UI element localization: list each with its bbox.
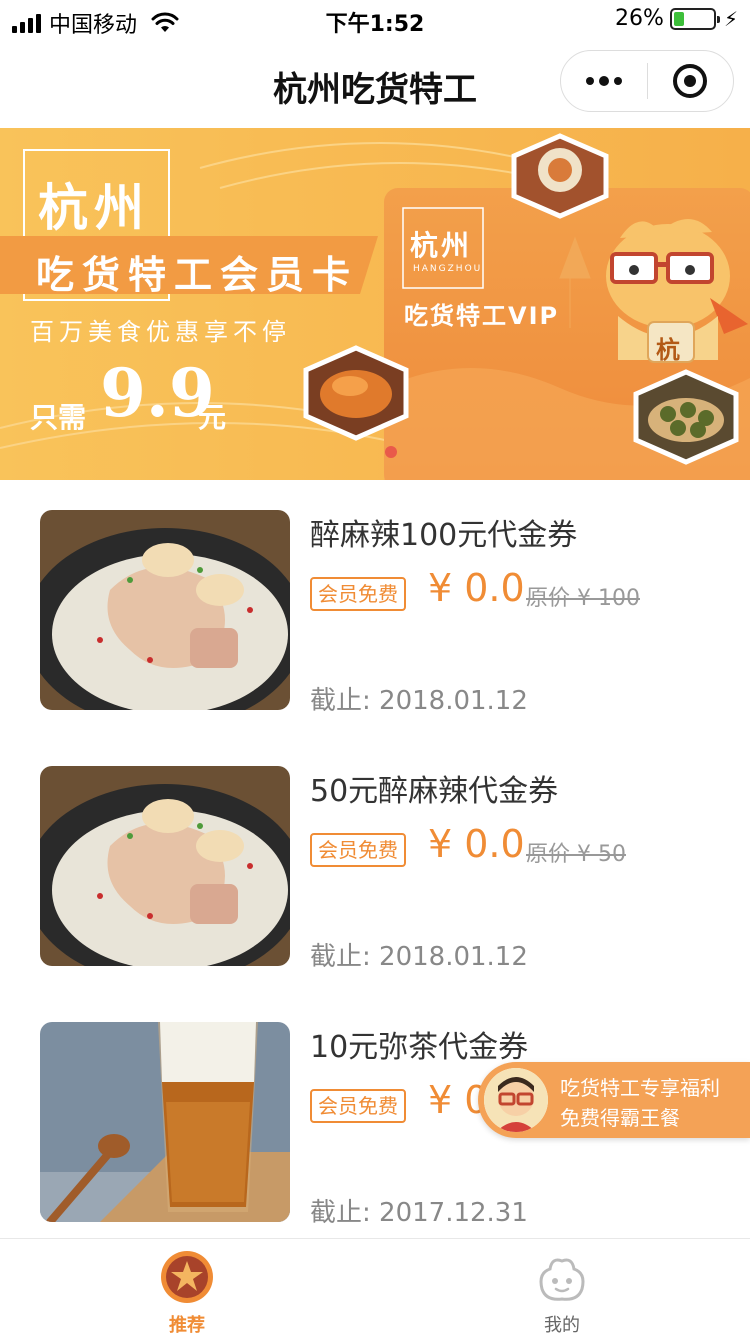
coupon-image-pork-soup <box>40 766 290 966</box>
coupon-image-milk-tea <box>40 1022 290 1222</box>
coupon-image-pork-soup <box>40 510 290 710</box>
charging-icon: ⚡ <box>723 6 738 31</box>
member-free-badge: 会员免费 <box>310 1089 406 1123</box>
banner-carousel[interactable]: 杭州 吃货特工会员卡 百万美食优惠享不停 只需 9.9 元 杭州 HANGZHO… <box>0 128 750 480</box>
coupon-item[interactable]: 50元醉麻辣代金券 会员免费 ¥ 0.0 原价 ¥ 50 截止: 2018.01… <box>0 736 750 992</box>
coupon-item[interactable]: 醉麻辣100元代金券 会员免费 ¥ 0.0 原价 ¥ 100 截止: 2018.… <box>0 480 750 736</box>
nav-bar: 杭州吃货特工 <box>0 40 750 128</box>
coupon-original-price: 原价 ¥ 100 <box>526 586 640 611</box>
mini-program-capsule <box>560 50 734 112</box>
vip-card-label: 吃货特工VIP <box>404 302 560 330</box>
close-button[interactable] <box>648 51 734 111</box>
coupon-original-price: 原价 ¥ 50 <box>526 842 626 867</box>
tab-recommend[interactable]: 推荐 <box>127 1239 247 1334</box>
coupon-deadline: 截止: 2018.01.12 <box>310 686 528 716</box>
banner-subtitle: 百万美食优惠享不停 <box>30 318 291 346</box>
mascot-avatar <box>484 1068 548 1132</box>
vip-card-city-en: HANGZHOU <box>413 264 483 274</box>
mascot-cup-text: 杭 <box>656 336 680 364</box>
battery-icon <box>669 7 720 30</box>
promo-line-1: 吃货特工专享福利 <box>560 1076 720 1100</box>
profile-icon <box>539 1258 585 1301</box>
more-button[interactable] <box>561 51 647 111</box>
tab-mine[interactable]: 我的 <box>502 1239 622 1334</box>
coupon-price: ¥ 0.0 <box>428 822 525 866</box>
banner-price-prefix: 只需 <box>30 401 87 434</box>
banner-city: 杭州 <box>38 178 150 237</box>
promo-line-2: 免费得霸王餐 <box>560 1106 680 1130</box>
battery-percent: 26% <box>615 6 664 31</box>
coupon-price: ¥ 0.0 <box>428 566 525 610</box>
status-bar: 中国移动 下午1:52 26% ⚡ <box>0 0 750 40</box>
coupon-title: 10元弥茶代金券 <box>310 1030 529 1065</box>
member-free-badge: 会员免费 <box>310 577 406 611</box>
close-icon <box>673 64 708 98</box>
recommend-icon <box>161 1251 213 1303</box>
coupon-deadline: 截止: 2018.01.12 <box>310 942 528 972</box>
coupon-deadline: 截止: 2017.12.31 <box>310 1198 528 1228</box>
carousel-indicator[interactable] <box>385 446 397 458</box>
vip-card-city: 杭州 <box>410 229 473 262</box>
tab-recommend-label: 推荐 <box>169 1315 205 1334</box>
status-right: 26% ⚡ <box>615 6 738 31</box>
welfare-float-button[interactable]: 吃货特工专享福利 免费得霸王餐 <box>478 1062 750 1138</box>
coupon-title: 50元醉麻辣代金券 <box>310 774 559 809</box>
tab-bar: 推荐 我的 <box>0 1238 750 1334</box>
tab-mine-label: 我的 <box>544 1315 580 1334</box>
banner-price-unit: 元 <box>198 401 227 434</box>
coupon-title: 醉麻辣100元代金券 <box>310 518 578 553</box>
banner-card-title: 吃货特工会员卡 <box>36 253 359 297</box>
member-free-badge: 会员免费 <box>310 833 406 867</box>
